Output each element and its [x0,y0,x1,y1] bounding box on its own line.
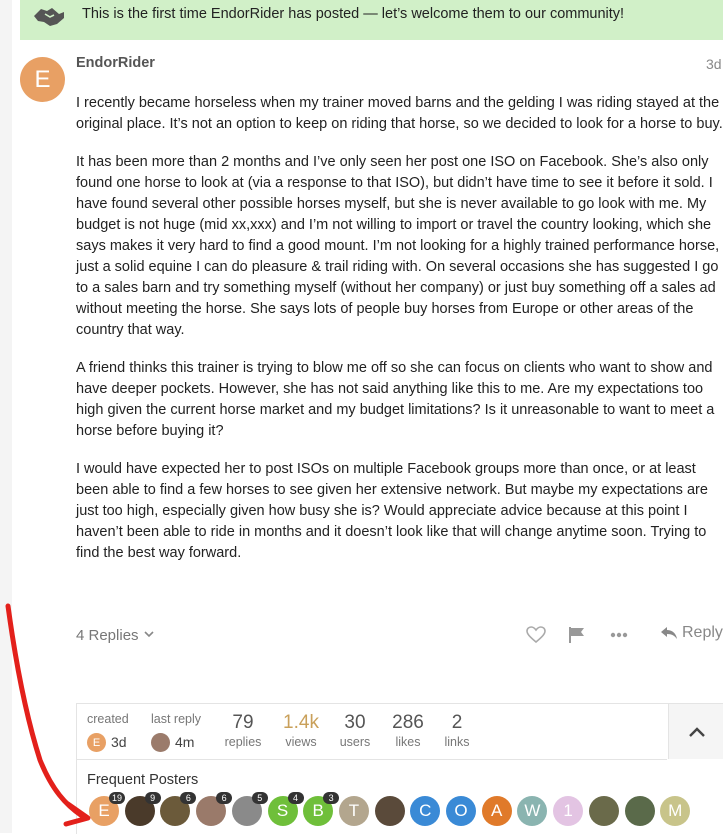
users-count: 30 [344,712,366,733]
reply-label: Reply [682,624,723,641]
post-count-badge: 9 [144,792,161,804]
heart-icon [526,626,546,644]
post-actions [0,622,723,650]
views-count: 1.4k [283,712,319,733]
frequent-poster-avatar[interactable]: T [338,796,369,826]
handshake-icon [32,2,66,28]
poster-initial: S [276,801,289,820]
flag-icon [569,627,584,643]
last-reply-value[interactable]: 4m [175,734,194,750]
poster-initial: C [419,801,432,820]
created-label: created [87,712,129,726]
frequent-posters-label: Frequent Posters [87,772,199,788]
creator-avatar[interactable]: E [87,733,106,752]
links-count: 2 [451,712,463,733]
created-value[interactable]: 3d [111,734,127,750]
frequent-poster-avatar[interactable]: B3 [303,792,340,826]
poster-initial: M [668,801,683,820]
author-username[interactable]: EndorRider [76,55,155,71]
left-gutter [0,0,12,833]
last-reply-avatar[interactable] [151,733,170,752]
flag-button[interactable] [568,622,586,648]
likes-label: likes [395,735,421,749]
ellipsis-icon [610,632,628,638]
frequent-poster-avatar[interactable]: 9 [124,792,161,826]
poster-initial: E [98,801,110,820]
links-label: links [444,735,470,749]
post-count-badge: 19 [109,792,125,804]
poster-initial: B [312,801,324,820]
frequent-poster-avatar[interactable] [374,796,405,826]
frequent-poster-avatar[interactable]: 5 [231,792,268,826]
post-date[interactable]: 3d [706,56,722,72]
topic-stats: created E 3d last reply 4m 79 replies 1.… [77,704,667,760]
expand-topic-map-button[interactable] [668,704,723,759]
author-avatar[interactable]: E [20,57,65,102]
views-label: views [285,735,317,749]
post-body: I recently became horseless when my trai… [76,93,723,581]
post-paragraph: I recently became horseless when my trai… [76,95,723,132]
post-paragraph: A friend thinks this trainer is trying t… [76,360,715,439]
frequent-poster-avatar[interactable]: 6 [196,792,233,826]
replies-label: replies [224,735,262,749]
post-paragraph: It has been more than 2 months and I’ve … [76,154,720,338]
post-count-badge: 5 [251,792,268,804]
more-options-button[interactable] [610,622,628,648]
poster-initial: W [524,801,541,820]
poster-initial: A [491,801,503,820]
replies-count: 79 [232,712,254,733]
post-count-badge: 6 [180,792,197,804]
poster-initial: T [348,801,360,820]
frequent-poster-avatar[interactable]: S4 [267,792,304,826]
frequent-poster-avatar[interactable] [588,796,619,826]
frequent-poster-avatar[interactable]: O [446,796,476,826]
poster-initial: O [454,801,468,820]
users-label: users [339,735,371,749]
frequent-poster-avatar[interactable]: 1 [553,796,584,826]
post-count-badge: 3 [323,792,340,804]
reply-arrow-icon [661,627,677,639]
post-count-badge: 4 [287,792,304,804]
last-reply-label: last reply [151,712,202,726]
post-paragraph: I would have expected her to post ISOs o… [76,461,708,561]
first-post-banner: This is the first time EndorRider has po… [20,0,723,40]
post-count-badge: 6 [216,792,233,804]
like-button[interactable] [526,622,546,648]
frequent-poster-avatar[interactable]: M [660,796,691,826]
banner-text: This is the first time EndorRider has po… [82,6,625,22]
chevron-up-icon [689,726,705,737]
poster-initial: 1 [563,801,573,820]
frequent-poster-avatar[interactable]: E 19 [89,792,125,826]
frequent-poster-avatar[interactable]: A [481,796,512,826]
reply-button[interactable]: Reply [660,624,723,642]
frequent-poster-avatar[interactable] [624,796,655,826]
likes-count: 286 [392,712,424,733]
